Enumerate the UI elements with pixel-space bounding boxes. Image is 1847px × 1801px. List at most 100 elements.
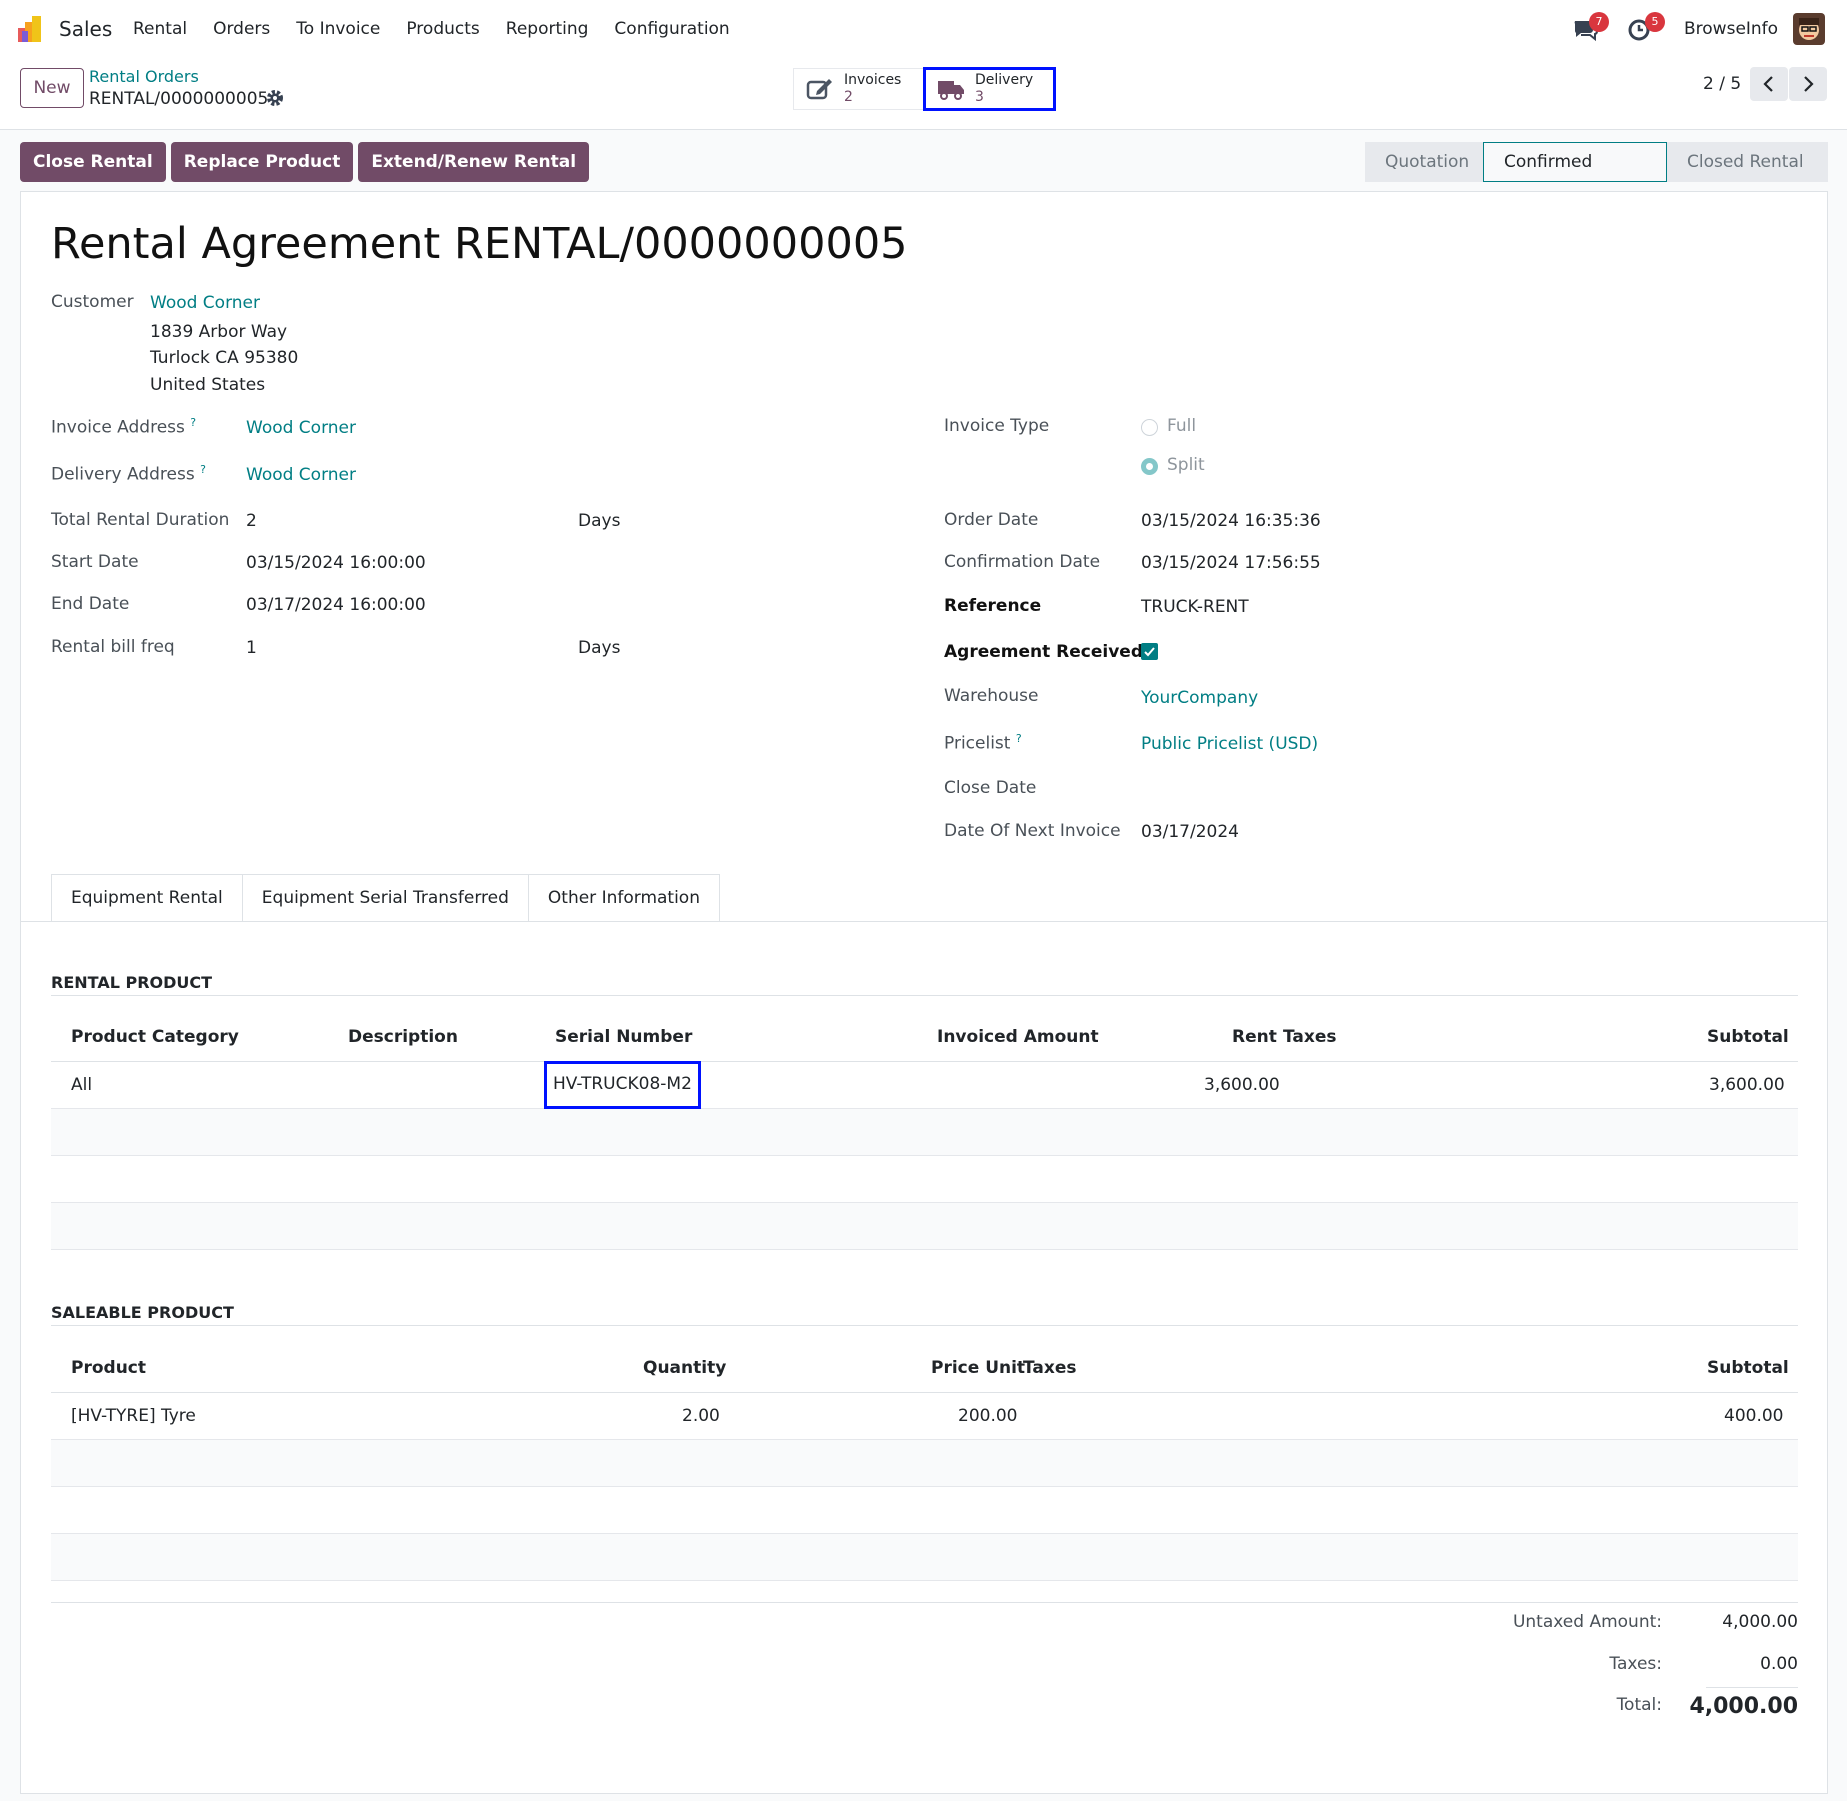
table-row-empty xyxy=(51,1440,1798,1487)
pricelist-label: Pricelist ? xyxy=(944,732,1022,754)
user-avatar[interactable] xyxy=(1793,13,1825,45)
replace-product-button[interactable]: Replace Product xyxy=(170,142,354,182)
chevron-right-icon xyxy=(1804,76,1814,92)
saleable-row-price-unit[interactable]: 200.00 xyxy=(958,1406,1017,1426)
customer-address-line1: 1839 Arbor Way xyxy=(150,322,288,342)
pager-value[interactable]: 2 / 5 xyxy=(1703,74,1741,94)
menu-products[interactable]: Products xyxy=(406,19,479,39)
help-icon[interactable]: ? xyxy=(200,463,206,476)
col-rent[interactable]: Rent xyxy=(1232,1027,1277,1047)
table-row-empty xyxy=(51,1203,1798,1250)
invoice-address-link[interactable]: Wood Corner xyxy=(246,418,356,438)
col-product[interactable]: Product xyxy=(71,1358,146,1378)
invoice-type-split-label[interactable]: Split xyxy=(1167,455,1205,475)
tab-other-information[interactable]: Other Information xyxy=(527,874,720,922)
col-subtotal[interactable]: Subtotal xyxy=(1707,1358,1789,1378)
tab-divider xyxy=(20,921,1828,922)
breadcrumb-rental-orders[interactable]: Rental Orders xyxy=(89,67,199,86)
stage-closed-rental[interactable]: Closed Rental xyxy=(1667,142,1828,182)
confirmation-date-value[interactable]: 03/15/2024 17:56:55 xyxy=(1141,553,1321,573)
menu-reporting[interactable]: Reporting xyxy=(506,19,589,39)
delivery-count: 3 xyxy=(975,89,984,105)
start-date-value[interactable]: 03/15/2024 16:00:00 xyxy=(246,553,426,573)
table-row-empty xyxy=(51,1156,1798,1203)
check-icon xyxy=(1144,647,1155,657)
help-icon[interactable]: ? xyxy=(1016,732,1022,745)
col-serial-number[interactable]: Serial Number xyxy=(555,1027,692,1047)
warehouse-link[interactable]: YourCompany xyxy=(1141,688,1258,708)
new-button[interactable]: New xyxy=(20,68,84,108)
col-quantity[interactable]: Quantity xyxy=(643,1358,726,1378)
divider xyxy=(51,1602,1798,1603)
col-price-unit[interactable]: Price Unit xyxy=(931,1358,1025,1378)
delivery-smart-button[interactable]: Delivery 3 xyxy=(923,67,1056,111)
control-panel: New Rental Orders RENTAL/0000000005 Invo… xyxy=(0,58,1847,130)
table-row[interactable] xyxy=(51,1062,1798,1109)
invoice-address-label: Invoice Address ? xyxy=(51,416,197,438)
close-rental-button[interactable]: Close Rental xyxy=(20,142,166,182)
edit-invoice-icon xyxy=(806,79,832,100)
pricelist-link[interactable]: Public Pricelist (USD) xyxy=(1141,734,1318,754)
end-date-value[interactable]: 03/17/2024 16:00:00 xyxy=(246,595,426,615)
tab-equipment-rental[interactable]: Equipment Rental xyxy=(51,874,243,922)
saleable-row-product[interactable]: [HV-TYRE] Tyre xyxy=(71,1406,196,1426)
untaxed-amount-value: 4,000.00 xyxy=(1722,1612,1798,1632)
form-action-buttons: Close Rental Replace Product Extend/Rene… xyxy=(20,142,590,182)
rental-bill-freq-value[interactable]: 1 xyxy=(246,638,257,658)
page-title: Rental Agreement RENTAL/0000000005 xyxy=(51,219,908,269)
col-taxes[interactable]: Taxes xyxy=(1023,1358,1077,1378)
duration-unit[interactable]: Days xyxy=(578,511,620,531)
rental-bill-freq-label: Rental bill freq xyxy=(51,637,175,657)
menu-orders[interactable]: Orders xyxy=(213,19,270,39)
saleable-row-quantity[interactable]: 2.00 xyxy=(682,1406,720,1426)
gear-icon[interactable] xyxy=(266,89,284,107)
col-taxes[interactable]: Taxes xyxy=(1283,1027,1337,1047)
pager-next-button[interactable] xyxy=(1789,67,1827,101)
customer-label: Customer xyxy=(51,292,134,312)
table-row[interactable] xyxy=(51,1393,1798,1440)
next-invoice-date-value[interactable]: 03/17/2024 xyxy=(1141,822,1239,842)
invoice-type-split-radio[interactable] xyxy=(1141,458,1158,475)
invoice-type-full-radio[interactable] xyxy=(1141,419,1158,436)
pager-previous-button[interactable] xyxy=(1750,67,1788,101)
rental-row-subtotal: 3,600.00 xyxy=(1709,1075,1785,1095)
col-invoiced-amount[interactable]: Invoiced Amount xyxy=(937,1027,1099,1047)
menu-rental[interactable]: Rental xyxy=(133,19,187,39)
menu-configuration[interactable]: Configuration xyxy=(614,19,729,39)
order-date-value[interactable]: 03/15/2024 16:35:36 xyxy=(1141,511,1321,531)
reference-value[interactable]: TRUCK-RENT xyxy=(1141,597,1249,617)
rental-row-rent[interactable]: 3,600.00 xyxy=(1204,1075,1280,1095)
customer-link[interactable]: Wood Corner xyxy=(150,293,260,313)
col-subtotal[interactable]: Subtotal xyxy=(1707,1027,1789,1047)
col-product-category[interactable]: Product Category xyxy=(71,1027,239,1047)
rental-row-serial-number[interactable]: HV-TRUCK08-M2 xyxy=(544,1061,701,1109)
close-date-label: Close Date xyxy=(944,778,1037,798)
customer-address-line3: United States xyxy=(150,375,266,395)
invoice-type-full-label[interactable]: Full xyxy=(1167,416,1196,436)
sales-app-icon[interactable] xyxy=(18,16,46,42)
duration-value[interactable]: 2 xyxy=(246,511,257,531)
col-description[interactable]: Description xyxy=(348,1027,458,1047)
stage-quotation[interactable]: Quotation xyxy=(1365,142,1483,182)
stage-confirmed-rental[interactable]: Confirmed Rental xyxy=(1483,142,1667,210)
form-tabs: Equipment Rental Equipment Serial Transf… xyxy=(51,874,720,922)
delivery-address-link[interactable]: Wood Corner xyxy=(246,465,356,485)
rental-bill-freq-unit[interactable]: Days xyxy=(578,638,620,658)
app-name[interactable]: Sales xyxy=(59,17,112,41)
agreement-received-checkbox[interactable] xyxy=(1141,643,1158,660)
rental-product-section-title: RENTAL PRODUCT xyxy=(51,973,213,992)
status-bar: Quotation Confirmed Rental Closed Rental xyxy=(1365,142,1828,210)
confirmation-date-label: Confirmation Date xyxy=(944,552,1101,572)
invoices-smart-button[interactable]: Invoices 2 xyxy=(793,68,924,110)
extend-renew-rental-button[interactable]: Extend/Renew Rental xyxy=(358,142,590,182)
help-icon[interactable]: ? xyxy=(190,416,196,429)
rental-row-category[interactable]: All xyxy=(71,1075,92,1095)
invoice-type-label: Invoice Type xyxy=(944,416,1050,436)
untaxed-amount-label: Untaxed Amount: xyxy=(1512,1612,1662,1632)
tab-equipment-serial-transferred[interactable]: Equipment Serial Transferred xyxy=(241,874,529,922)
breadcrumb-current-record: RENTAL/0000000005 xyxy=(89,89,269,109)
company-switcher[interactable]: BrowseInfo xyxy=(1684,19,1778,39)
total-value: 4,000.00 xyxy=(1689,1694,1798,1719)
start-date-label: Start Date xyxy=(51,552,139,572)
menu-to-invoice[interactable]: To Invoice xyxy=(296,19,380,39)
